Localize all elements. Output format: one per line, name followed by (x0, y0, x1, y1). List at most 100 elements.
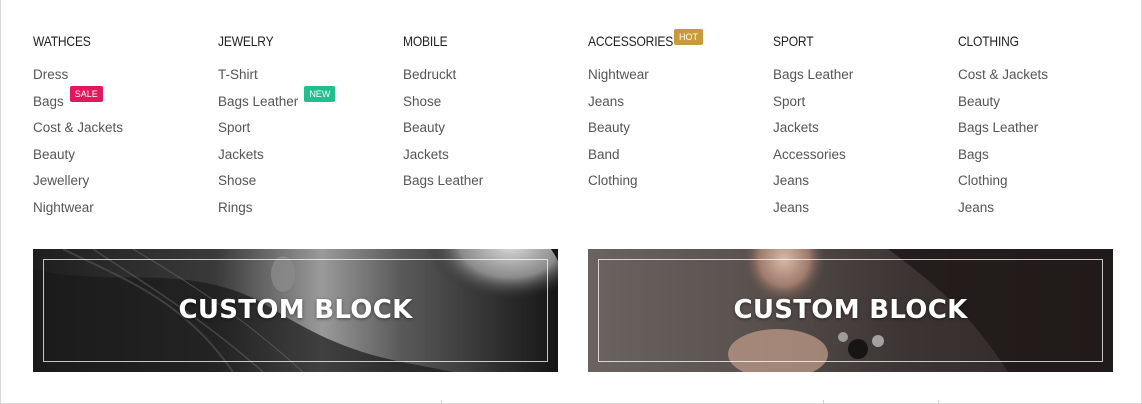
menu-link-accessories: Accessories (773, 142, 958, 169)
menu-columns: WATHCES Dress Bags SALE Cost & Jackets Be… (33, 29, 1142, 221)
menu-link-sport: Sport (218, 115, 403, 142)
menu-link-bags-leather: Bags Leather NEW (218, 85, 403, 116)
menu-link[interactable]: Sport (773, 94, 805, 109)
menu-link[interactable]: Bags Leather (218, 94, 298, 109)
menu-column-watches: WATHCES Dress Bags SALE Cost & Jackets Be… (33, 30, 218, 221)
column-link-list: Cost & Jackets Beauty Bags Leather Bags … (958, 62, 1142, 221)
menu-link-nightwear: Nightwear (33, 195, 218, 222)
menu-column-sport: SPORT Bags Leather Sport Jackets Accesso… (773, 30, 958, 221)
menu-link-nightwear: Nightwear (588, 62, 773, 89)
menu-link[interactable]: Jackets (218, 147, 264, 162)
menu-link-bags-leather: Bags Leather (773, 62, 958, 89)
menu-column-mobile: MOBILE Bedruckt Shose Beauty Jackets Bag… (403, 30, 588, 195)
hot-badge: HOT (674, 29, 703, 45)
menu-link-cost-jackets: Cost & Jackets (33, 115, 218, 142)
menu-link-jackets: Jackets (403, 142, 588, 169)
menu-link-jackets: Jackets (218, 142, 403, 169)
menu-link[interactable]: Shose (403, 94, 441, 109)
menu-link[interactable]: Jeans (773, 173, 809, 188)
menu-link[interactable]: Dress (33, 67, 68, 82)
menu-link-sport: Sport (773, 89, 958, 116)
menu-link-jewellery: Jewellery (33, 168, 218, 195)
menu-link-bags: Bags (958, 142, 1142, 169)
menu-link[interactable]: Clothing (588, 173, 638, 188)
menu-link[interactable]: Cost & Jackets (958, 67, 1048, 82)
menu-link[interactable]: Jeans (958, 200, 994, 215)
column-link-list: Bags Leather Sport Jackets Accessories J… (773, 62, 958, 221)
menu-link[interactable]: Rings (218, 200, 253, 215)
menu-link[interactable]: Clothing (958, 173, 1008, 188)
menu-link-clothing: Clothing (588, 168, 773, 195)
menu-link-beauty: Beauty (958, 89, 1142, 116)
column-link-list: Nightwear Jeans Beauty Band Clothing (588, 62, 773, 195)
menu-link[interactable]: Nightwear (588, 67, 649, 82)
mega-menu-dropdown: WATHCES Dress Bags SALE Cost & Jackets Be… (0, 0, 1142, 404)
column-heading[interactable]: SPORT (773, 30, 814, 52)
menu-link-beauty: Beauty (33, 142, 218, 169)
column-link-list: Dress Bags SALE Cost & Jackets Beauty Jew… (33, 62, 218, 221)
menu-link-jeans: Jeans (773, 195, 958, 222)
menu-link-jackets: Jackets (773, 115, 958, 142)
sale-badge: SALE (69, 85, 103, 102)
menu-link[interactable]: Bags (958, 147, 989, 162)
menu-link-beauty: Beauty (588, 115, 773, 142)
menu-column-clothing: CLOTHING Cost & Jackets Beauty Bags Leat… (958, 30, 1142, 221)
menu-link[interactable]: Bags Leather (958, 120, 1038, 135)
column-link-list: T-Shirt Bags Leather NEW Sport Jackets Sh… (218, 62, 403, 221)
column-link-list: Bedruckt Shose Beauty Jackets Bags Leath… (403, 62, 588, 195)
column-heading[interactable]: MOBILE (403, 30, 448, 52)
menu-link[interactable]: Bags Leather (773, 67, 853, 82)
divider-tick (441, 400, 442, 404)
menu-link[interactable]: Bedruckt (403, 67, 456, 82)
menu-link[interactable]: Bags Leather (403, 173, 483, 188)
column-heading-row: ACCESSORIES HOT (588, 29, 773, 52)
menu-column-accessories: ACCESSORIES HOT Nightwear Jeans Beauty B… (588, 29, 773, 195)
custom-block-banner-right[interactable]: CUSTOM BLOCK (588, 249, 1113, 372)
column-heading-row: SPORT (773, 30, 958, 52)
menu-link[interactable]: Cost & Jackets (33, 120, 123, 135)
divider-tick (823, 400, 824, 404)
menu-link-band: Band (588, 142, 773, 169)
menu-link-dress: Dress (33, 62, 218, 89)
menu-column-jewelry: JEWELRY T-Shirt Bags Leather NEW Sport Ja… (218, 30, 403, 221)
menu-link-cost-jackets: Cost & Jackets (958, 62, 1142, 89)
custom-block-banner-left[interactable]: CUSTOM BLOCK (33, 249, 558, 372)
menu-link[interactable]: Jewellery (33, 173, 89, 188)
column-heading[interactable]: JEWELRY (218, 30, 274, 52)
menu-link[interactable]: Jeans (588, 94, 624, 109)
menu-link[interactable]: Bags (33, 94, 64, 109)
column-heading[interactable]: CLOTHING (958, 30, 1019, 52)
menu-link[interactable]: T-Shirt (218, 67, 258, 82)
menu-link[interactable]: Sport (218, 120, 250, 135)
menu-link[interactable]: Jackets (773, 120, 819, 135)
menu-link[interactable]: Nightwear (33, 200, 94, 215)
menu-link[interactable]: Shose (218, 173, 256, 188)
menu-link-bags-leather: Bags Leather (958, 115, 1142, 142)
banner-title: CUSTOM BLOCK (733, 295, 968, 325)
menu-link-t-shirt: T-Shirt (218, 62, 403, 89)
column-heading[interactable]: ACCESSORIES (588, 30, 673, 52)
menu-link-rings: Rings (218, 195, 403, 222)
menu-link[interactable]: Beauty (958, 94, 1000, 109)
banner-title: CUSTOM BLOCK (178, 295, 413, 325)
menu-link-bags-leather: Bags Leather (403, 168, 588, 195)
menu-link[interactable]: Band (588, 147, 620, 162)
menu-link[interactable]: Jeans (773, 200, 809, 215)
divider-tick (938, 400, 939, 404)
menu-link-shose: Shose (403, 89, 588, 116)
menu-link-jeans: Jeans (773, 168, 958, 195)
menu-link[interactable]: Beauty (33, 147, 75, 162)
column-heading[interactable]: WATHCES (33, 30, 91, 52)
menu-link[interactable]: Accessories (773, 147, 846, 162)
menu-link-clothing: Clothing (958, 168, 1142, 195)
menu-link-jeans: Jeans (588, 89, 773, 116)
menu-link-bedruckt: Bedruckt (403, 62, 588, 89)
menu-link-jeans: Jeans (958, 195, 1142, 222)
menu-link[interactable]: Jackets (403, 147, 449, 162)
column-heading-row: CLOTHING (958, 30, 1142, 52)
menu-link[interactable]: Beauty (588, 120, 630, 135)
menu-link-shose: Shose (218, 168, 403, 195)
menu-link-bags: Bags SALE (33, 85, 218, 116)
column-heading-row: WATHCES (33, 30, 218, 52)
menu-link[interactable]: Beauty (403, 120, 445, 135)
